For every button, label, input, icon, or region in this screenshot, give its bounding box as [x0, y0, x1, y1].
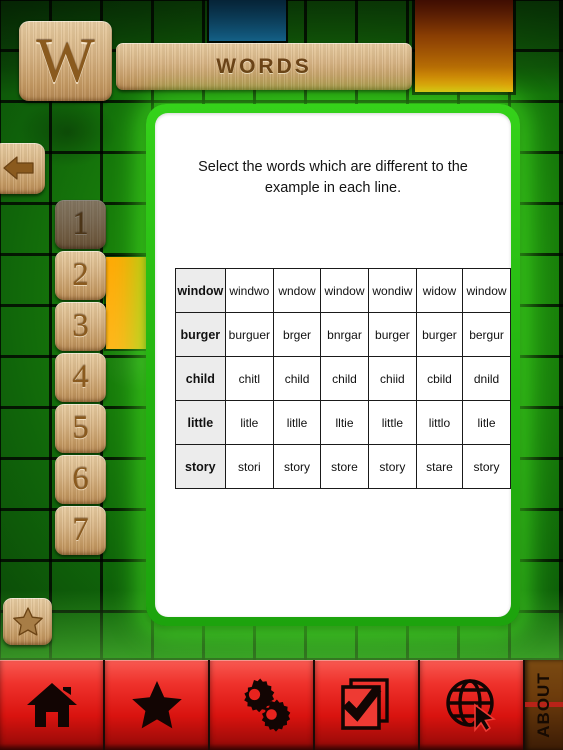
- word-option-cell[interactable]: litlle: [272, 400, 322, 445]
- word-option-cell[interactable]: window: [320, 268, 369, 313]
- word-grid-body: window windwo wndow window wondiw widow window…: [175, 268, 511, 489]
- word-option-cell[interactable]: burger: [367, 312, 417, 357]
- about-tab[interactable]: ABOUT: [525, 660, 563, 750]
- word-grid[interactable]: window windwo wndow window wondiw widow window…: [175, 268, 511, 489]
- level-tile-label: 6: [72, 461, 89, 497]
- word-option-cell[interactable]: cbild: [415, 356, 464, 401]
- word-example-cell: little: [175, 400, 226, 445]
- home-button[interactable]: [0, 660, 103, 750]
- word-option-cell[interactable]: story: [367, 444, 417, 489]
- level-tile-4[interactable]: 4: [55, 353, 106, 402]
- decorative-blue-square: [209, 0, 286, 41]
- app-title-bar: WORDS: [116, 43, 412, 90]
- star-icon: [12, 607, 43, 636]
- logo-letter: W: [36, 27, 95, 95]
- web-button[interactable]: [420, 660, 523, 750]
- word-grid-row: little litle litlle lltie little littlo litle: [175, 400, 511, 445]
- word-example-cell: story: [175, 444, 226, 489]
- back-button[interactable]: [0, 143, 45, 194]
- settings-button[interactable]: [210, 660, 313, 750]
- content-card: Select the words which are different to …: [155, 113, 511, 617]
- word-option-cell[interactable]: chitl: [224, 356, 275, 401]
- level-tile-label: 7: [72, 512, 89, 548]
- level-tile-label: 4: [72, 359, 89, 395]
- home-icon: [26, 683, 77, 727]
- globe-cursor-icon: [445, 679, 496, 732]
- instructions-text: Select the words which are different to …: [198, 159, 468, 197]
- decorative-orange-square: [415, 0, 513, 92]
- word-option-cell[interactable]: wondiw: [367, 268, 417, 313]
- word-option-cell[interactable]: litle: [224, 400, 275, 445]
- word-option-cell[interactable]: bnrgar: [320, 312, 369, 357]
- level-tile-3[interactable]: 3: [55, 302, 106, 351]
- word-option-cell[interactable]: lltie: [320, 400, 369, 445]
- about-tab-label: ABOUT: [534, 672, 553, 738]
- level-tile-1[interactable]: 1: [55, 200, 106, 249]
- word-option-cell[interactable]: story: [272, 444, 322, 489]
- level-tile-6[interactable]: 6: [55, 455, 106, 504]
- level-tile-2[interactable]: 2: [55, 251, 106, 300]
- app-logo-tile: W: [19, 21, 112, 101]
- word-option-cell[interactable]: widow: [415, 268, 464, 313]
- word-option-cell[interactable]: brger: [272, 312, 322, 357]
- word-option-cell[interactable]: littlo: [415, 400, 464, 445]
- word-option-cell[interactable]: stori: [224, 444, 275, 489]
- tasks-button[interactable]: [315, 660, 418, 750]
- word-option-cell[interactable]: burger: [415, 312, 464, 357]
- word-option-cell[interactable]: story: [462, 444, 511, 489]
- favorites-button[interactable]: [105, 660, 208, 750]
- level-tile-label: 3: [72, 308, 89, 344]
- word-example-cell: child: [175, 356, 226, 401]
- level-tile-label: 2: [72, 257, 89, 293]
- favorite-button[interactable]: [3, 598, 52, 645]
- word-option-cell[interactable]: wndow: [272, 268, 322, 313]
- back-arrow-icon: [3, 156, 34, 180]
- word-grid-row: burger burguer brger bnrgar burger burger berg…: [175, 312, 511, 357]
- star-icon: [131, 681, 182, 729]
- word-option-cell[interactable]: store: [320, 444, 369, 489]
- content-card-frame: Select the words which are different to …: [146, 104, 520, 626]
- word-grid-row: window windwo wndow window wondiw widow window: [175, 268, 511, 313]
- level-tile-5[interactable]: 5: [55, 404, 106, 453]
- word-option-cell[interactable]: child: [320, 356, 369, 401]
- level-tile-label: 1: [72, 206, 89, 242]
- word-grid-row: story stori story store story stare story: [175, 444, 511, 489]
- word-option-cell[interactable]: chiid: [367, 356, 417, 401]
- word-option-cell[interactable]: burguer: [224, 312, 275, 357]
- word-example-cell: window: [175, 268, 226, 313]
- bottom-toolbar: ABOUT: [0, 660, 563, 750]
- word-grid-row: child chitl child child chiid cbild dnild: [175, 356, 511, 401]
- checkbox-document-icon: [340, 678, 389, 730]
- level-tile-7[interactable]: 7: [55, 506, 106, 555]
- word-option-cell[interactable]: windwo: [224, 268, 275, 313]
- page-title: WORDS: [216, 54, 312, 78]
- word-option-cell[interactable]: child: [272, 356, 322, 401]
- word-option-cell[interactable]: window: [462, 268, 511, 313]
- word-option-cell[interactable]: stare: [415, 444, 464, 489]
- word-option-cell[interactable]: dnild: [462, 356, 511, 401]
- level-tile-label: 5: [72, 410, 89, 446]
- word-option-cell[interactable]: bergur: [462, 312, 511, 357]
- gears-icon: [243, 678, 290, 732]
- word-option-cell[interactable]: little: [367, 400, 417, 445]
- word-example-cell: burger: [175, 312, 226, 357]
- word-option-cell[interactable]: litle: [462, 400, 511, 445]
